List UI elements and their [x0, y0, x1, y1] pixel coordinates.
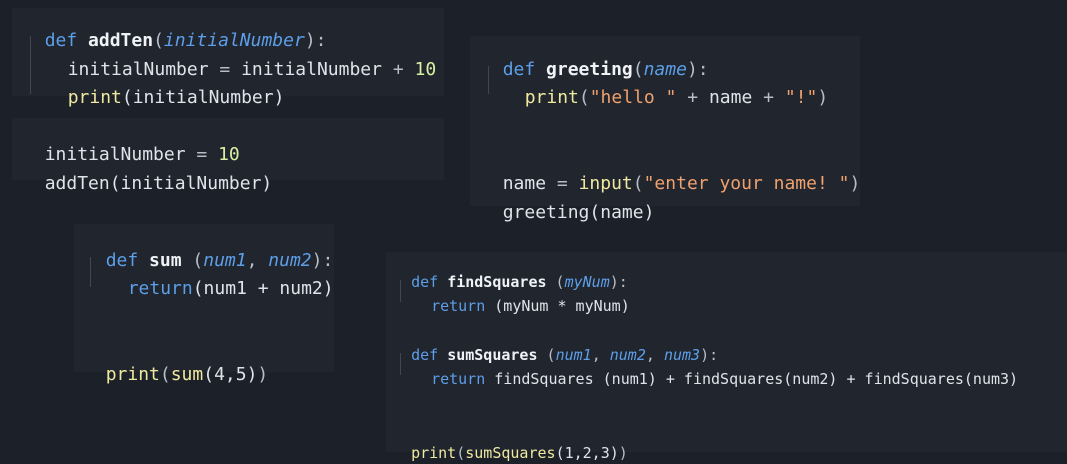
code-line: return findSquares (num1) + findSquares(… [413, 357, 1018, 387]
punctuation: ) [257, 364, 269, 385]
punctuation: ) [817, 87, 829, 108]
keyword-return: return [431, 370, 486, 388]
call-arguments: (1,2,3) [555, 444, 619, 462]
variable: name [708, 87, 753, 108]
call-arguments: (initialNumber) [109, 173, 273, 194]
operator: + [381, 59, 415, 80]
string-literal: "!" [784, 87, 818, 108]
number-literal: 10 [414, 59, 437, 80]
function-call: greeting [502, 202, 590, 223]
code-line: return (myNum * myNum) [413, 284, 630, 314]
code-line: print(initialNumber) [46, 71, 285, 108]
string-literal: "hello " [589, 87, 677, 108]
builtin-call: print [105, 364, 160, 385]
operator: + [676, 87, 709, 108]
call-arguments: (4,5) [203, 364, 258, 385]
builtin-call: print [411, 444, 457, 462]
punctuation: ( [578, 87, 590, 108]
code-line: return(num1 + num2) [106, 262, 334, 298]
code-line: print(sum(4,5)) [84, 348, 269, 385]
call-arguments: (name) [589, 202, 655, 223]
operator: + [752, 87, 785, 108]
return-expression: (myNum * myNum) [485, 297, 630, 315]
builtin-call: print [67, 87, 122, 108]
string-literal: "enter your name! " [643, 173, 850, 194]
code-line: print("hello " + name + "!") [503, 71, 828, 107]
punctuation: ( [456, 444, 466, 462]
punctuation: ) [849, 173, 861, 194]
builtin-call: print [524, 87, 579, 108]
function-call: sumSquares [465, 444, 556, 462]
return-expression: findSquares (num1) + findSquares(num2) +… [485, 370, 1019, 388]
keyword-return: return [127, 278, 193, 299]
call-arguments: (initialNumber) [121, 87, 285, 108]
function-call: sum [170, 364, 204, 385]
keyword-return: return [431, 297, 486, 315]
function-call: addTen [44, 173, 110, 194]
return-expression: (num1 + num2) [192, 278, 334, 299]
code-line: print(sumSquares(1,2,3)) [393, 431, 628, 461]
punctuation: ) [618, 444, 628, 462]
code-line: addTen(initialNumber) [23, 157, 273, 194]
punctuation: ( [159, 364, 171, 385]
code-line: greeting(name) [481, 186, 655, 223]
